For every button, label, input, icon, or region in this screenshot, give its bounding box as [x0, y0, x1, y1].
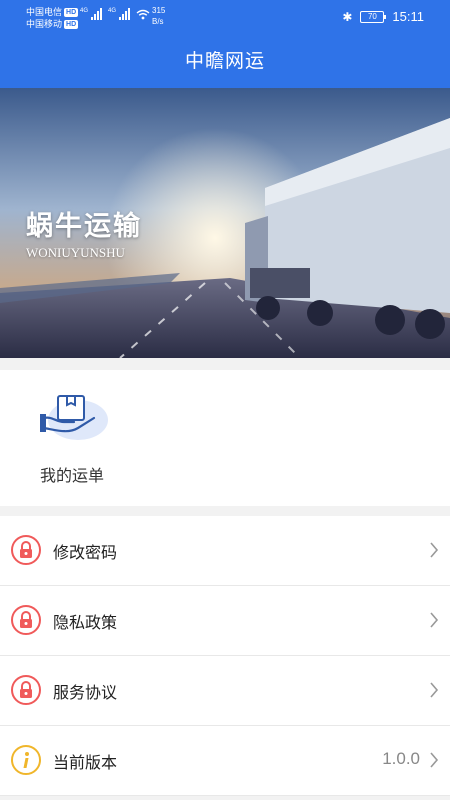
menu-item-label: 当前版本	[53, 755, 118, 772]
my-orders-label: 我的运单	[40, 468, 105, 485]
lock-icon	[11, 535, 41, 565]
carrier-2: 中国移动	[26, 19, 63, 29]
settings-menu: 修改密码 隐私政策 服务协议 当前版本 1.0.0	[0, 516, 450, 796]
signal-icon	[119, 8, 131, 20]
menu-item-label: 服务协议	[53, 685, 118, 702]
chevron-right-icon	[430, 542, 439, 558]
signal-icon	[91, 8, 103, 20]
menu-item-label: 隐私政策	[53, 615, 118, 632]
banner-title: 蜗牛运输	[26, 211, 142, 241]
service-agreement-item[interactable]: 服务协议	[0, 656, 450, 726]
lock-icon	[11, 675, 41, 705]
hd-badge: HD	[64, 19, 79, 29]
wifi-icon	[136, 9, 150, 20]
net-speed: 315 B/s	[152, 5, 165, 27]
banner-text: 蜗牛运输 WONIUYUNSHU	[26, 204, 142, 261]
orders-section: 我的运单	[0, 370, 450, 506]
app-header: 中国电信 HD 中国移动 HD 4G 4G 315 B/s ✱ 70 15:11 中…	[0, 0, 450, 88]
status-right: ✱ 70 15:11	[342, 9, 424, 24]
chevron-right-icon	[430, 612, 439, 628]
chevron-right-icon	[430, 682, 439, 698]
speed-value: 315	[152, 6, 166, 15]
waybill-icon	[40, 395, 108, 440]
hd-badge: HD	[64, 7, 79, 17]
page-title: 中瞻网运	[184, 51, 265, 72]
network-type: 4G	[80, 8, 89, 14]
info-icon	[11, 745, 41, 775]
banner-subtitle: WONIUYUNSHU	[26, 245, 125, 260]
battery-icon: 70	[360, 10, 387, 23]
signal-icons: 4G 4G	[80, 8, 150, 20]
privacy-policy-item[interactable]: 隐私政策	[0, 586, 450, 656]
clock: 15:11	[392, 9, 424, 24]
lock-icon	[11, 605, 41, 635]
chevron-right-icon	[430, 752, 439, 768]
banner: 蜗牛运输 WONIUYUNSHU	[0, 88, 450, 358]
menu-item-label: 修改密码	[53, 545, 118, 562]
my-orders-button[interactable]: 我的运单	[30, 390, 120, 490]
carrier-1: 中国电信	[26, 7, 63, 17]
bluetooth-icon: ✱	[342, 9, 353, 24]
carrier-info: 中国电信 HD 中国移动 HD	[26, 6, 79, 30]
current-version-item[interactable]: 当前版本 1.0.0	[0, 726, 450, 796]
speed-unit: B/s	[152, 17, 164, 26]
version-value: 1.0.0	[382, 749, 420, 768]
change-password-item[interactable]: 修改密码	[0, 516, 450, 586]
status-bar: 中国电信 HD 中国移动 HD 4G 4G 315 B/s ✱ 70 15:11	[0, 0, 450, 34]
network-type: 4G	[108, 8, 117, 14]
